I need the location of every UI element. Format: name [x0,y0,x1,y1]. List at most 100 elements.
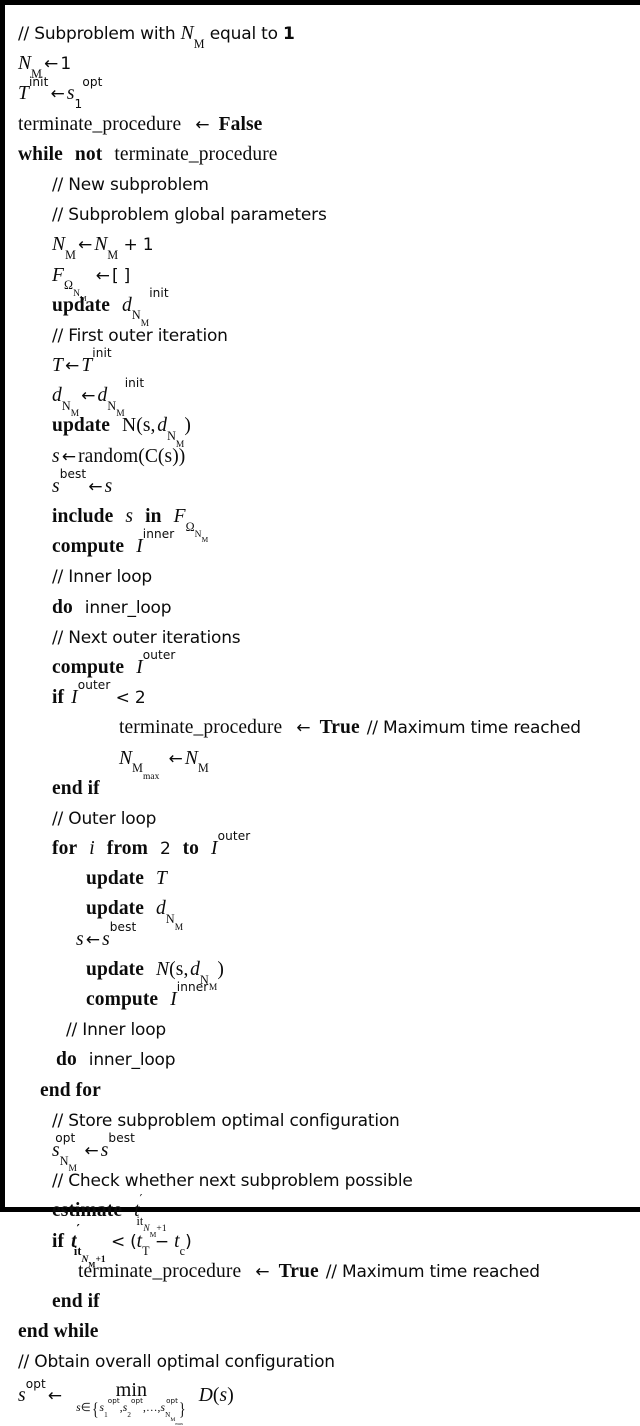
variable-t: T [52,355,63,377]
variable-f-omega-nm: FΩNM [52,264,87,303]
code-line-comment-next-outer: // Next outer iterations [18,623,632,653]
code-line-comment-subproblem: // Subproblem with NM equal to 1 [18,19,632,51]
objective-function-d: D [198,1385,213,1407]
code-line-compute-iinner: compute Iinner [18,527,632,562]
variable-nm: NM [18,53,42,81]
variable-nm: NM [94,234,119,263]
code-line-estimate-t: estimate t′itNM+1 [18,1191,632,1239]
variable-i: i [89,838,95,860]
code-line-compute-iinner-2: compute Iinner [18,980,632,1015]
keyword-from: from [106,838,148,860]
code-line-comment-inner-loop: // Inner loop [18,562,632,592]
assign-arrow-icon: ← [195,114,210,135]
assign-arrow-icon: ← [95,265,110,286]
code-line-assign-f-empty: FΩNM ←[ ] [18,261,632,303]
code-line-update-t: update T [18,864,632,894]
keyword-include: include [52,506,114,527]
code-line-end-for: end for [18,1076,632,1106]
keyword-do: do [56,1049,77,1071]
identifier-inner-loop: inner_loop [84,597,172,618]
assign-arrow-icon: ← [47,1386,63,1407]
code-line-update-neighborhood-2: update N(s, dNM) [86,958,224,993]
keyword-end-for: end for [40,1079,101,1101]
assign-arrow-icon: ← [81,386,96,407]
comment-text: // Inner loop [66,1020,166,1041]
comment-text: // First outer iteration [52,325,228,346]
code-line-comment-global-params: // Subproblem global parameters [18,200,632,230]
code-line-while: while not terminate_procedure [18,140,632,170]
code-line-do-inner-loop: do inner_loop [18,593,632,623]
code-line-do-inner-loop-2: do inner_loop [18,1045,632,1075]
code-line-assign-nm-1: NM ← 1 [18,49,632,81]
code-line-update-d-init: update dNMinit [18,285,632,329]
keyword-in: in [145,506,162,527]
variable-s: s [125,506,134,527]
variable-s-best: sbest [52,467,87,497]
code-line-assign-d: dNM← dNMinit [18,376,632,420]
variable-t-it-next: t′itNM+1 [71,1221,106,1269]
code-line-end-if: end if [18,774,632,804]
comment-text: // Next outer iterations [52,627,241,648]
variable-nm: NM [184,747,209,776]
code-line-comment-check-next: // Check whether next subproblem possibl… [18,1166,632,1196]
code-line-include-s-in-f: include s in FΩNM [18,502,632,545]
keyword-false: False [218,113,263,135]
variable-s-best: sbest [102,919,137,950]
assign-arrow-icon: ← [84,1140,99,1161]
variable-s: s [52,445,60,467]
variable-d-nm: dNM [157,415,185,450]
variable-t-total: tT [136,1230,150,1259]
variable-d-nm: dNM [156,898,184,933]
variable-i-inner: Iinner [170,980,209,1010]
variable-n: NM [180,23,205,51]
code-line-assign-sbest: sbest← s [18,467,632,502]
variable-i-inner: Iinner [136,527,175,558]
variable-i-outer: Iouter [71,678,111,709]
assign-arrow-icon: ← [296,718,311,739]
variable-nm: NM [52,234,76,263]
variable-t-it-next: t′itNM+1 [134,1191,167,1239]
code-line-end-while: end while [18,1317,632,1347]
comment-text: // Store subproblem optimal configuratio… [52,1110,400,1131]
code-line-assign-s-opt-nm: sNMopt ← sbest [18,1131,632,1174]
assign-arrow-icon: ← [50,84,65,105]
keyword-compute: compute [86,989,159,1010]
variable-t-init: Tinit [18,74,49,105]
comment-text: // Obtain overall optimal configuration [18,1352,335,1373]
variable-s1-opt: s1opt [66,74,103,112]
keyword-true: True [278,1260,319,1282]
identifier-terminate-procedure: terminate_procedure [78,1260,242,1282]
keyword-not: not [74,143,103,165]
comment-max-time: // Maximum time reached [325,1261,540,1282]
assign-arrow-icon: ← [43,54,59,75]
keyword-update: update [52,415,111,437]
variable-t: T [156,868,167,890]
code-line-assign-t: T ← Tinit [18,347,632,381]
code-line-compute-iouter: compute Iouter [18,649,632,683]
variable-s-best: sbest [100,1131,135,1161]
assign-arrow-icon: ← [77,235,93,256]
pseudocode-body: // Subproblem with NM equal to 1 NM ← 1 Ti… [18,19,632,1426]
identifier-terminate-procedure: terminate_procedure [114,143,278,165]
comment-text: // Check whether next subproblem possibl… [52,1171,413,1192]
keyword-end-if: end if [52,777,100,799]
code-line-assign-terminate-true-2: terminate_procedure ← True // Maximum time … [18,1257,632,1287]
variable-d-nm-init: dNMinit [122,285,169,329]
keyword-true: True [319,717,360,739]
algorithm-pseudocode-frame: // Subproblem with NM equal to 1 NM ← 1 Ti… [0,0,640,1425]
keyword-while: while [18,143,63,165]
code-line-if-time-check: if t′itNM+1 < (tT − tc) [52,1221,192,1269]
variable-d-nm-init: dNMinit [97,376,145,420]
variable-s: s [104,475,113,497]
assign-arrow-icon: ← [88,476,103,497]
identifier-terminate-procedure: terminate_procedure [119,717,283,739]
keyword-update: update [86,958,145,980]
variable-s: s [76,928,84,950]
code-line-comment-inner-loop-2: // Inner loop [18,1015,632,1045]
code-line-final-min: sopt← min s∈{s1opt,s2opt,…,sNMmaxopt} D(s) [18,1376,234,1426]
code-line-assign-tinit: Tinit← s1opt [18,74,632,112]
code-line-assign-terminate-false: terminate_procedure ← False [18,110,632,140]
variable-f-omega-nm: FΩNM [173,506,209,545]
code-line-end-if-2: end if [18,1287,632,1317]
variable-s-opt: sopt [18,1376,46,1407]
